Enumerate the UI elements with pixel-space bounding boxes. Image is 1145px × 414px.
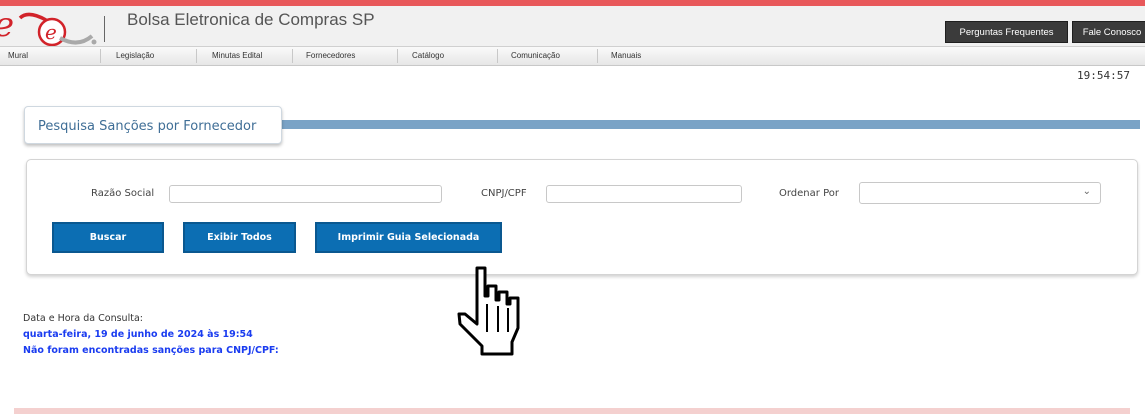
- svg-text:e: e: [45, 20, 57, 44]
- footer-stripe: [14, 408, 1130, 414]
- nav-item-manuais[interactable]: Manuais: [611, 51, 641, 60]
- chevron-down-icon: ⌄: [1082, 186, 1091, 197]
- hand-pointer-icon: [457, 266, 520, 356]
- main-nav: Mural Legislação Minutas Edital Forneced…: [0, 46, 1145, 66]
- nav-separator: [292, 49, 293, 63]
- nav-separator: [397, 49, 398, 63]
- consulta-datetime: quarta-feira, 19 de junho de 2024 às 19:…: [23, 329, 253, 340]
- panel-title: Pesquisa Sanções por Fornecedor: [38, 119, 257, 134]
- razao-social-label: Razão Social: [91, 188, 155, 199]
- razao-social-input[interactable]: [169, 185, 442, 203]
- nav-item-mural[interactable]: Mural: [8, 51, 28, 60]
- nav-separator: [100, 49, 101, 63]
- ordenar-por-select[interactable]: ⌄: [859, 182, 1101, 204]
- nav-item-fornecedores[interactable]: Fornecedores: [306, 51, 355, 60]
- contact-button[interactable]: Fale Conosco: [1072, 21, 1145, 43]
- nav-item-catalogo[interactable]: Catálogo: [412, 51, 444, 60]
- clock-display: 19:54:57: [1077, 69, 1130, 82]
- site-title: Bolsa Eletronica de Compras SP: [127, 10, 375, 29]
- ordenar-por-label: Ordenar Por: [779, 188, 839, 199]
- no-sanctions-message: Não foram encontradas sanções para CNPJ/…: [23, 345, 279, 356]
- site-logo[interactable]: e e: [0, 5, 100, 48]
- buscar-button[interactable]: Buscar: [52, 222, 164, 253]
- imprimir-guia-button[interactable]: Imprimir Guia Selecionada: [315, 222, 502, 253]
- nav-separator: [597, 49, 598, 63]
- nav-separator: [196, 49, 197, 63]
- cnpj-cpf-label: CNPJ/CPF: [481, 188, 527, 199]
- consulta-label: Data e Hora da Consulta:: [23, 313, 143, 324]
- faq-button[interactable]: Perguntas Frequentes: [945, 21, 1068, 43]
- svg-text:e: e: [0, 6, 14, 45]
- logo-mark: e e: [0, 5, 97, 47]
- exibir-todos-button[interactable]: Exibir Todos: [183, 222, 296, 253]
- nav-item-legislacao[interactable]: Legislação: [116, 51, 154, 60]
- site-header: e e Bolsa Eletronica de Compras SP Pergu…: [0, 5, 1145, 48]
- panel-title-box: Pesquisa Sanções por Fornecedor: [24, 106, 282, 144]
- cnpj-cpf-input[interactable]: [546, 185, 742, 203]
- panel-title-bar: [282, 120, 1140, 129]
- nav-separator: [497, 49, 498, 63]
- logo-separator: [104, 16, 105, 42]
- nav-item-comunicacao[interactable]: Comunicação: [511, 51, 560, 60]
- nav-item-minutas-edital[interactable]: Minutas Edital: [212, 51, 262, 60]
- search-form-panel: Razão Social CNPJ/CPF Ordenar Por ⌄ Busc…: [26, 159, 1138, 275]
